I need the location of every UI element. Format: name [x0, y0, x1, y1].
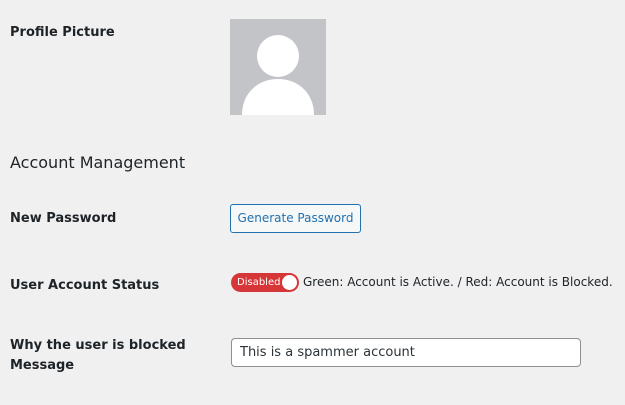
- status-color-legend: Green: Account is Active. / Red: Account…: [303, 275, 613, 289]
- profile-avatar: [230, 19, 326, 115]
- block-reason-label-line1: Why the user is blocked: [10, 338, 186, 353]
- default-user-silhouette-icon: [230, 19, 326, 115]
- toggle-knob: [282, 275, 297, 290]
- new-password-label: New Password: [10, 211, 117, 226]
- toggle-state-text: Disabled: [237, 277, 281, 288]
- profile-picture-label: Profile Picture: [10, 25, 115, 40]
- block-reason-label: Why the user is blocked Message: [10, 336, 186, 376]
- account-management-heading: Account Management: [10, 153, 186, 172]
- block-reason-input[interactable]: [231, 338, 581, 367]
- block-reason-label-line2: Message: [10, 358, 75, 373]
- user-account-status-label: User Account Status: [10, 278, 160, 293]
- account-status-toggle[interactable]: Disabled: [231, 273, 299, 292]
- user-profile-page: Profile Picture Account Management New P…: [0, 0, 625, 405]
- generate-password-button[interactable]: Generate Password: [230, 204, 361, 233]
